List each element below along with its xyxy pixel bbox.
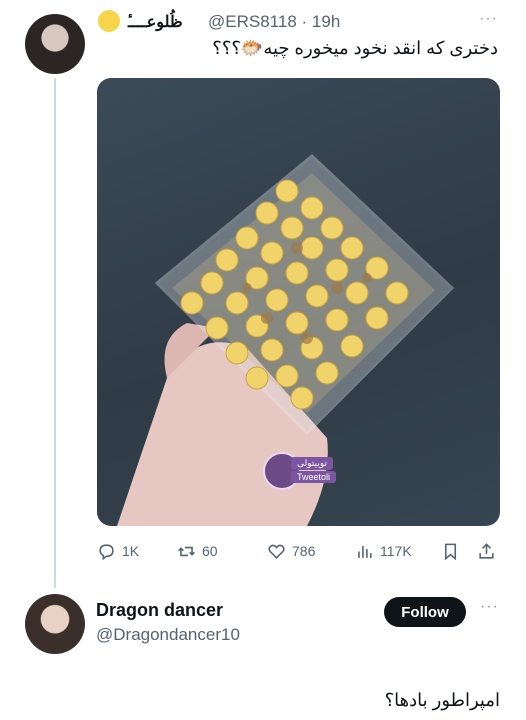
watermark-line2: Tweetoli bbox=[291, 471, 337, 483]
like-icon bbox=[268, 544, 285, 559]
thread-line bbox=[54, 78, 56, 588]
avatar[interactable] bbox=[25, 14, 85, 74]
share-icon bbox=[479, 542, 494, 559]
reply-handle[interactable]: @Dragondancer10 bbox=[96, 625, 240, 645]
handle-time: @ERS8118 · 19h bbox=[208, 12, 340, 32]
reply-count: 1K bbox=[122, 543, 140, 559]
reply-display-name[interactable]: Dragon dancer bbox=[96, 600, 223, 621]
tweet-photo[interactable]: توییتولی Tweetoli bbox=[97, 78, 500, 526]
bookmark-icon bbox=[444, 543, 457, 560]
retweet-button[interactable]: 60 bbox=[177, 539, 218, 563]
handle[interactable]: @ERS8118 bbox=[208, 12, 297, 31]
reply-icon bbox=[99, 543, 114, 560]
separator: · bbox=[301, 12, 308, 31]
bookmark-button[interactable] bbox=[441, 539, 460, 563]
watermark-line1: توییتولی bbox=[291, 457, 333, 470]
like-count: 786 bbox=[292, 543, 316, 559]
like-button[interactable]: 786 bbox=[267, 539, 315, 563]
views-count: 117K bbox=[380, 543, 412, 559]
tweet-actions: 1K 60 786 117K bbox=[97, 539, 500, 563]
more-options-button[interactable]: ··· bbox=[479, 10, 498, 28]
share-button[interactable] bbox=[477, 539, 496, 563]
follow-button[interactable]: Follow bbox=[384, 597, 466, 627]
retweet-icon bbox=[178, 546, 195, 556]
views-button[interactable]: 117K bbox=[355, 539, 412, 563]
timestamp[interactable]: 19h bbox=[312, 12, 340, 31]
smile-emoji-icon bbox=[98, 10, 120, 32]
reply-avatar[interactable] bbox=[25, 594, 85, 654]
reply-text: امپراطور بادها؟ bbox=[384, 690, 500, 710]
tweet-text: دختری که انقد نخود میخوره چیه🐡؟؟؟ bbox=[212, 38, 498, 58]
reply-button[interactable]: 1K bbox=[97, 539, 139, 563]
retweet-count: 60 bbox=[202, 543, 218, 559]
views-icon bbox=[358, 545, 372, 558]
tweet-header: ظُلوعــــٔ @ERS8118 · 19h ··· bbox=[98, 10, 498, 34]
reply-more-options-button[interactable]: ··· bbox=[480, 598, 499, 616]
watermark: توییتولی Tweetoli bbox=[263, 452, 363, 490]
display-name[interactable]: ظُلوعــــٔ bbox=[128, 12, 183, 32]
